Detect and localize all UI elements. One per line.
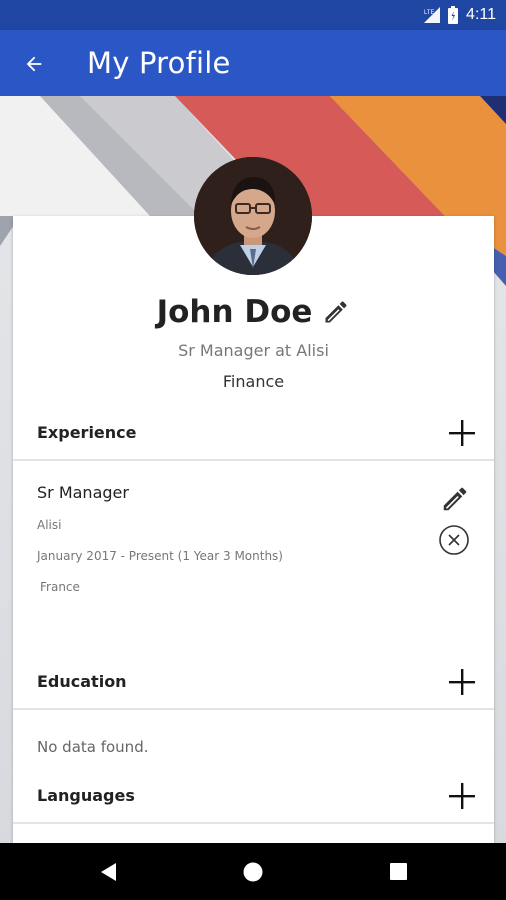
home-circle-icon[interactable] — [242, 861, 264, 883]
experience-item-company: Alisi — [37, 518, 62, 532]
profile-name-row: John Doe — [13, 294, 494, 330]
divider — [13, 708, 494, 710]
experience-header: Experience — [13, 411, 494, 455]
avatar[interactable] — [194, 157, 312, 275]
profile-card: John Doe Sr Manager at Alisi Finance Exp… — [13, 216, 494, 856]
battery-icon — [448, 6, 459, 24]
divider — [13, 822, 494, 824]
recents-square-icon[interactable] — [388, 861, 410, 883]
system-navigation-bar — [0, 843, 506, 900]
education-title: Education — [37, 672, 127, 691]
status-icons: LTE 4:11 — [424, 5, 496, 25]
profile-photo — [194, 157, 312, 275]
add-language-plus-icon[interactable] — [446, 780, 478, 812]
back-button[interactable] — [18, 48, 50, 80]
app-bar: My Profile — [0, 30, 506, 96]
page-title: My Profile — [87, 46, 231, 80]
status-time: 4:11 — [466, 6, 496, 23]
profile-department: Finance — [222, 372, 285, 391]
experience-item-title: Sr Manager — [37, 483, 129, 502]
edit-experience-pencil-icon[interactable] — [440, 484, 470, 514]
divider — [13, 459, 494, 461]
arrow-back-icon — [26, 56, 42, 72]
status-bar: LTE 4:11 — [0, 0, 506, 30]
experience-title: Experience — [37, 423, 137, 442]
delete-experience-close-circle-icon[interactable] — [438, 524, 470, 556]
education-empty-text: No data found. — [37, 738, 149, 756]
profile-subtitle: Sr Manager at Alisi — [178, 341, 329, 360]
add-education-plus-icon[interactable] — [446, 666, 478, 698]
back-triangle-icon[interactable] — [98, 861, 120, 883]
add-experience-plus-icon[interactable] — [446, 417, 478, 449]
experience-item-location: France — [40, 580, 80, 594]
profile-name: John Doe — [156, 294, 313, 330]
svg-text:LTE: LTE — [424, 10, 435, 16]
languages-title: Languages — [37, 786, 135, 805]
experience-item-dates: January 2017 - Present (1 Year 3 Months) — [37, 549, 283, 563]
languages-header: Languages — [13, 774, 494, 818]
edit-name-pencil-icon[interactable] — [322, 298, 350, 326]
signal-icon: LTE — [424, 7, 441, 23]
education-header: Education — [13, 660, 494, 704]
